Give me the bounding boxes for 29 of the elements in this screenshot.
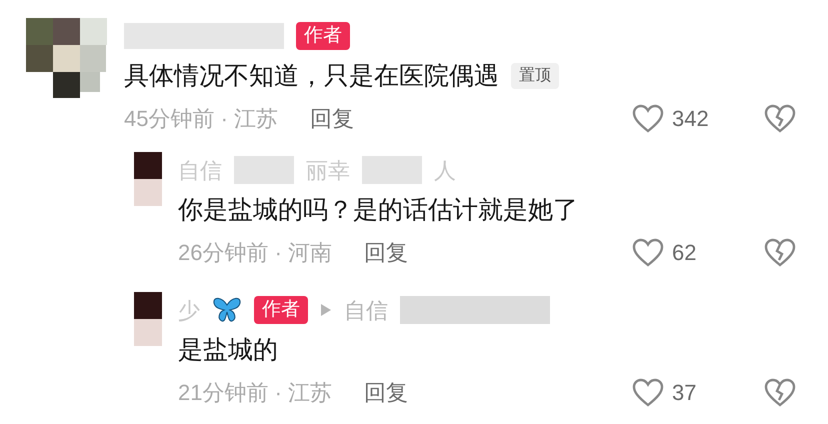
heart-icon[interactable] — [632, 238, 664, 268]
comment-text: 是盐城的 — [178, 335, 278, 366]
broken-heart-icon[interactable] — [764, 378, 796, 408]
timestamp-location: 45分钟前 · 江苏 — [124, 105, 278, 133]
reply-button[interactable]: 回复 — [364, 236, 408, 269]
mosaic-block — [234, 156, 294, 184]
comment-text: 具体情况不知道，只是在医院偶遇 — [124, 61, 499, 92]
heart-icon[interactable] — [632, 378, 664, 408]
pinned-badge: 置顶 — [511, 63, 559, 89]
avatar[interactable] — [26, 18, 108, 100]
broken-heart-icon[interactable] — [764, 238, 796, 268]
timestamp-location: 21分钟前 · 江苏 — [178, 379, 332, 407]
comment-text: 你是盐城的吗？是的话估计就是她了 — [178, 195, 578, 226]
like-count: 37 — [672, 379, 698, 407]
avatar[interactable] — [134, 152, 162, 206]
reply-button[interactable]: 回复 — [364, 376, 408, 409]
reply-to-username[interactable]: 自信 — [344, 294, 388, 326]
play-icon — [320, 303, 332, 317]
like-count: 62 — [672, 239, 698, 267]
author-badge: 作者 — [296, 22, 350, 50]
reply-button[interactable]: 回复 — [310, 102, 354, 135]
like-count: 342 — [672, 105, 710, 133]
broken-heart-icon[interactable] — [764, 104, 796, 134]
timestamp-location: 26分钟前 · 河南 — [178, 239, 332, 267]
avatar[interactable] — [134, 292, 162, 346]
mosaic-block — [362, 156, 422, 184]
heart-icon[interactable] — [632, 104, 664, 134]
butterfly-icon — [212, 297, 242, 323]
author-badge: 作者 — [254, 296, 308, 324]
